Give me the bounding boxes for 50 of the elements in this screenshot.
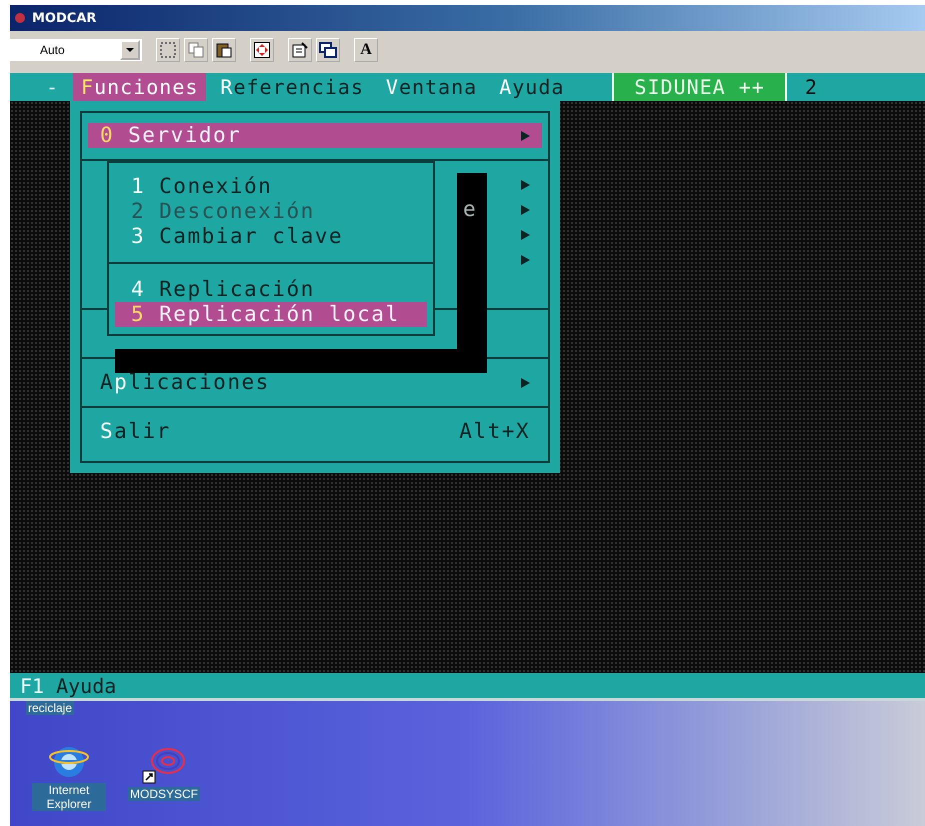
- menu-item[interactable]: Ayuda: [491, 73, 572, 101]
- caret-icon: [126, 48, 134, 52]
- mark-button[interactable]: [156, 38, 180, 62]
- menu-entry[interactable]: 0 Servidor: [88, 123, 542, 148]
- font-size-dropdown[interactable]: Auto: [10, 39, 142, 61]
- menu-item[interactable]: 2: [796, 73, 826, 101]
- status-label: Ayuda: [56, 674, 116, 698]
- paste-button[interactable]: [212, 38, 236, 62]
- entry-label: Desconexión: [159, 199, 315, 224]
- menu-entry[interactable]: Salir Alt+X: [88, 419, 542, 444]
- menu-item[interactable]: Ventana: [378, 73, 486, 101]
- hotkey-number: 3: [131, 224, 146, 249]
- entry-label: Cambiar clave: [159, 224, 344, 249]
- desktop-icon-label[interactable]: MODSYSCF: [128, 787, 200, 801]
- dropdown-button[interactable]: [120, 40, 140, 60]
- windows-icon: [319, 42, 337, 58]
- submenu-entry[interactable]: 4 Replicación: [115, 277, 427, 302]
- entry-label: Replicación local: [159, 302, 400, 327]
- window-title: MODCAR: [32, 10, 96, 26]
- properties-button[interactable]: [288, 38, 312, 62]
- menu-item[interactable]: Referencias: [212, 73, 372, 101]
- font-button[interactable]: A: [354, 38, 378, 62]
- background-button[interactable]: [316, 38, 340, 62]
- copy-button[interactable]: [184, 38, 208, 62]
- hotkey-number: 0: [100, 123, 114, 148]
- dashed-square-icon: [160, 42, 176, 58]
- submenu-entry[interactable]: 5 Replicación local: [115, 302, 427, 327]
- entry-label: Replicación: [159, 277, 315, 302]
- menu-item[interactable]: Funciones: [73, 73, 206, 101]
- menu-entry[interactable]: Aplicaciones: [88, 370, 542, 395]
- hotkey-number: 2: [131, 199, 146, 224]
- properties-icon: [292, 42, 308, 58]
- four-arrows-icon: [254, 42, 270, 58]
- fullscreen-button[interactable]: [250, 38, 274, 62]
- hotkey-number: 1: [131, 174, 146, 199]
- hotkey-number: 4: [131, 277, 146, 302]
- entry-label: Conexión: [159, 174, 272, 199]
- entry-label: Aplicaciones: [100, 370, 270, 395]
- app-icon: [14, 12, 26, 24]
- desktop-icon-label[interactable]: Internet Explorer: [32, 783, 106, 811]
- clipboard-icon: [216, 42, 232, 58]
- entry-label: Salir: [100, 419, 171, 444]
- entry-label: Servidor: [128, 123, 242, 148]
- copy-icon: [188, 42, 204, 58]
- submenu-entry[interactable]: 3 Cambiar clave: [115, 224, 427, 249]
- desktop-icon-label[interactable]: reciclaje: [26, 701, 74, 715]
- function-key: F1: [20, 674, 44, 698]
- submenu-entry[interactable]: 1 Conexión: [115, 174, 427, 199]
- hotkey-number: 5: [131, 302, 146, 327]
- shortcut-label: Alt+X: [459, 419, 530, 444]
